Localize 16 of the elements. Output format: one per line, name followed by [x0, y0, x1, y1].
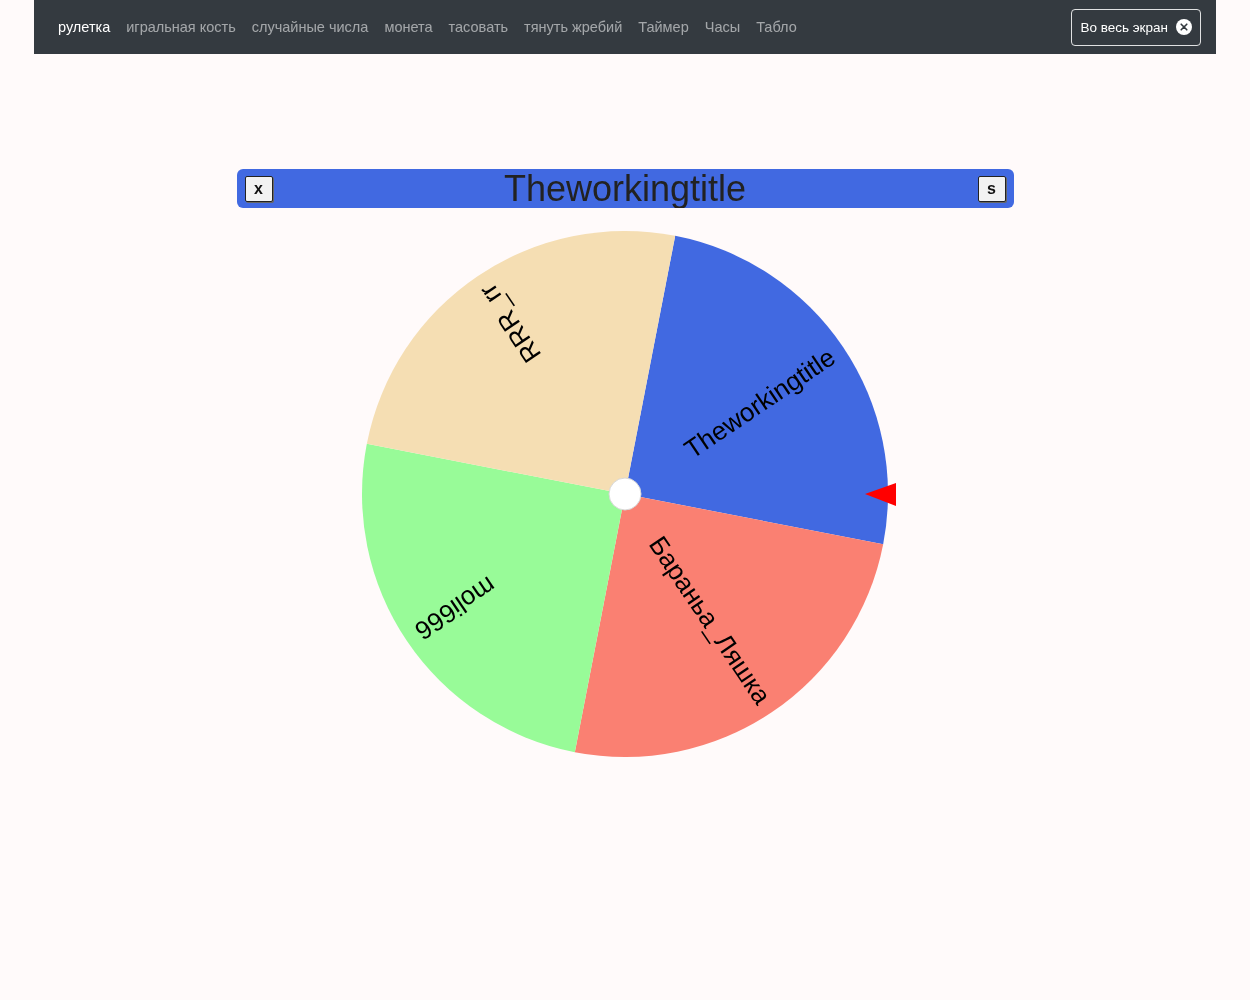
s-button[interactable]: s [977, 175, 1006, 202]
nav-link[interactable]: Часы [696, 11, 749, 43]
nav-link[interactable]: рулетка [50, 11, 119, 43]
nav-link[interactable]: случайные числа [243, 11, 377, 43]
wheel-title: Theworkingtitle [502, 169, 748, 208]
close-circle-icon [1176, 19, 1192, 35]
nav-link[interactable]: игральная кость [118, 11, 244, 43]
nav-link[interactable]: Табло [748, 11, 805, 43]
fullscreen-button[interactable]: Во весь экран [1071, 8, 1201, 46]
close-button[interactable]: x [244, 175, 273, 202]
nav-link[interactable]: Таймер [630, 11, 697, 43]
nav-link[interactable]: тасовать [440, 11, 517, 43]
wheel-hub[interactable] [608, 477, 642, 511]
pointer-icon [865, 483, 896, 506]
nav-link[interactable]: монета [376, 11, 441, 43]
nav-link[interactable]: тянуть жребий [516, 11, 631, 43]
